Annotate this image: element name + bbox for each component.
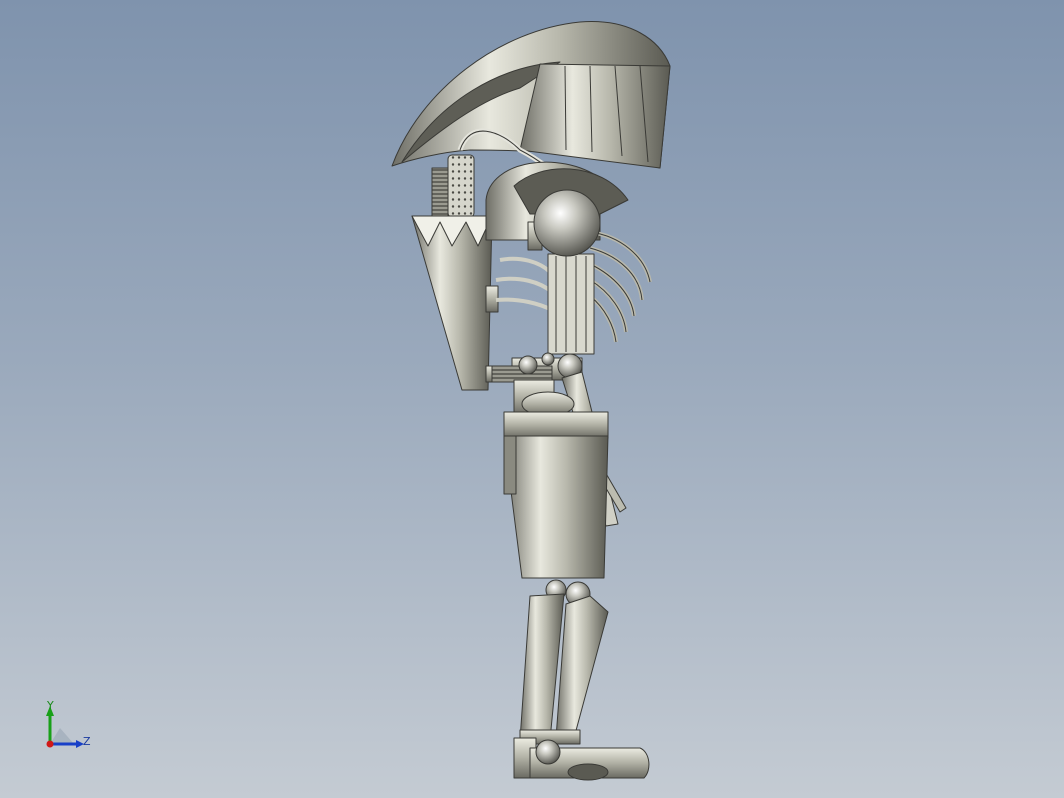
triad-plane — [50, 728, 74, 744]
graphics-viewport[interactable]: Y Z — [0, 0, 1064, 798]
triad-y-label: Y — [47, 699, 54, 712]
triad-z-label: Z — [83, 735, 91, 748]
head-sphere — [533, 189, 601, 257]
foot — [513, 737, 650, 781]
pelvis-skirt — [503, 411, 609, 579]
coordinate-triad: Y Z — [38, 698, 98, 758]
leg — [519, 593, 609, 745]
head-hood — [391, 21, 671, 169]
droid-3d-model[interactable] — [0, 0, 1064, 798]
